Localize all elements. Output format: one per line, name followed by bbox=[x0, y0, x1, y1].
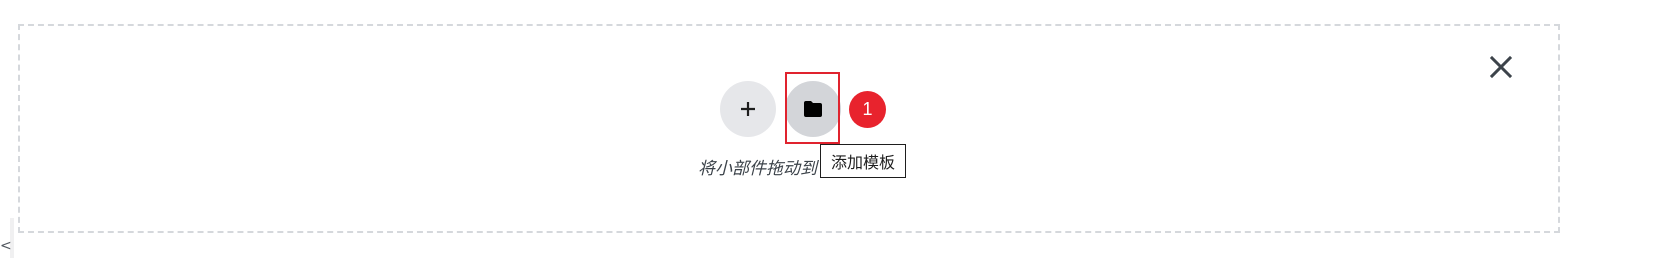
add-template-tooltip: 添加模板 bbox=[820, 144, 907, 178]
plus-icon bbox=[741, 102, 755, 116]
step-badge: 1 bbox=[849, 91, 886, 128]
dropzone-hint-text: 将小部件拖动到 bbox=[698, 159, 817, 179]
edge-text-fragment: < bbox=[0, 238, 12, 254]
widget-dropzone bbox=[18, 24, 1560, 233]
folder-icon bbox=[804, 101, 822, 117]
close-button[interactable] bbox=[1488, 54, 1514, 80]
add-widget-button[interactable] bbox=[720, 81, 776, 137]
close-icon bbox=[1489, 55, 1513, 79]
add-template-button[interactable] bbox=[785, 81, 841, 137]
